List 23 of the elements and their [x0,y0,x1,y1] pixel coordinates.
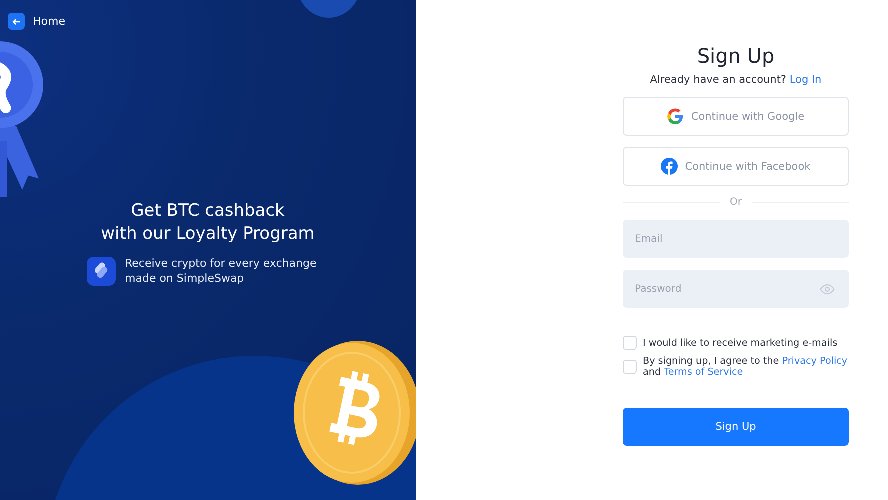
google-signin-button[interactable]: Continue with Google [623,97,849,136]
promo-headline: Get BTC cashback [131,200,285,223]
terms-of-service-link[interactable]: Terms of Service [664,367,744,378]
marketing-consent-label: I would like to receive marketing e-mails [643,338,838,348]
divider-label: Or [730,197,742,208]
promo-headline: with our Loyalty Program [101,223,315,246]
form-title: Sign Up [696,44,776,68]
password-field[interactable]: Password [623,270,849,308]
home-link[interactable]: Home [8,13,66,30]
email-field[interactable]: Email [623,220,849,258]
feature-description: Receive crypto for every exchange made on SimpleSwap [125,256,318,286]
show-password-eye-icon[interactable] [820,284,835,295]
marketing-checkbox[interactable] [623,336,637,350]
privacy-policy-link[interactable]: Privacy Policy [782,356,848,367]
app-logo-icon [87,256,116,286]
facebook-signin-button[interactable]: Continue with Facebook [623,147,849,186]
login-prompt: Already have an account? [650,74,787,86]
terms-checkbox[interactable] [623,360,637,374]
google-logo-icon [667,108,684,125]
sign-up-button[interactable]: Sign Up [623,408,849,446]
terms-consent-text: By signing up, I agree to the Privacy Policy and Terms of Service [643,356,849,378]
facebook-logo-icon [661,158,678,175]
login-link[interactable]: Log In [790,74,822,86]
